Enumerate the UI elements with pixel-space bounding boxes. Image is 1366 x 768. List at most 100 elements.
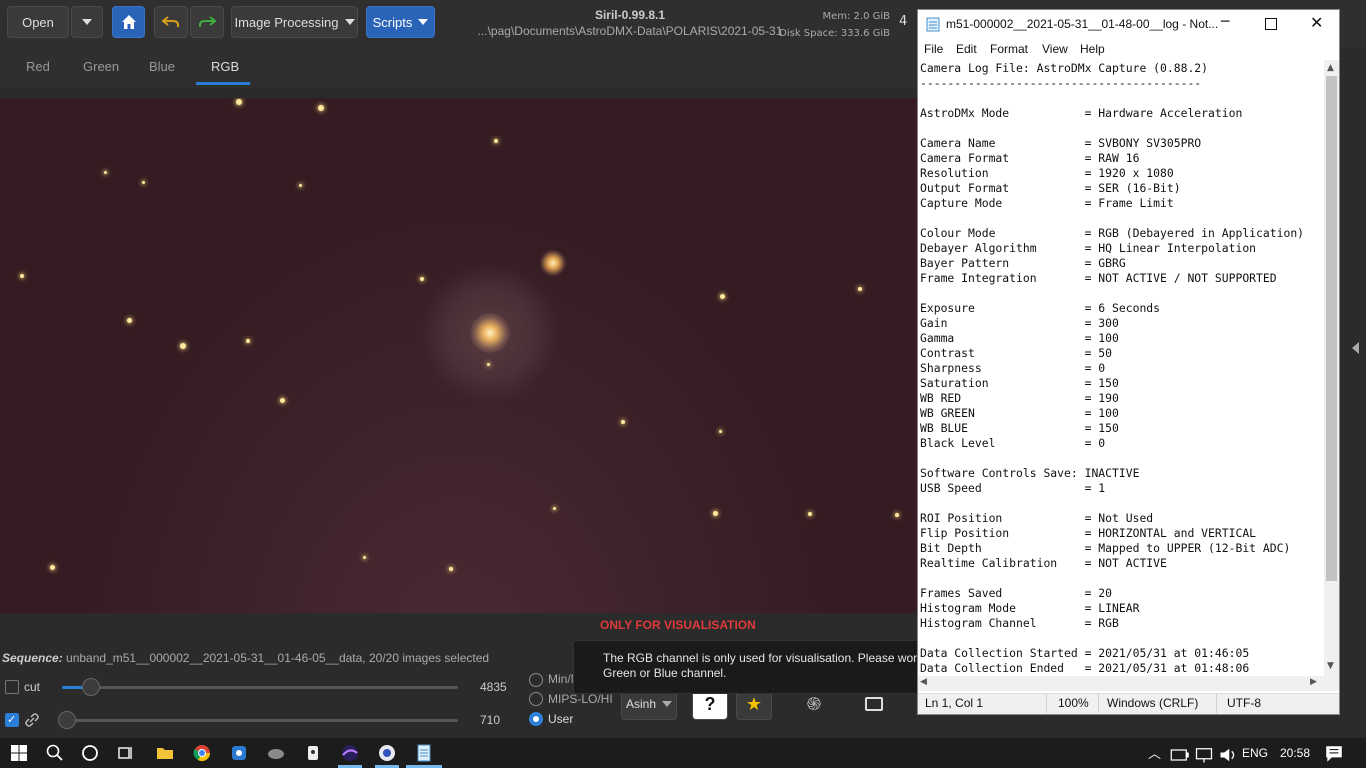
- open-button[interactable]: Open: [7, 6, 69, 38]
- notepad-text-area[interactable]: Camera Log File: AstroDMx Capture (0.88.…: [920, 60, 1324, 676]
- star: [720, 294, 725, 299]
- working-directory-path: ...\pag\Documents\AstroDMX-Data\POLARIS\…: [477, 24, 783, 38]
- disk-space: Disk Space: 333.6 GiB: [779, 28, 890, 39]
- app-white-icon[interactable]: [303, 743, 323, 763]
- radio-mips[interactable]: [529, 692, 543, 706]
- close-icon[interactable]: ✕: [1310, 13, 1323, 32]
- expand-panel-arrow-icon[interactable]: [1352, 342, 1359, 354]
- chevron-up-icon[interactable]: ︿: [1148, 743, 1161, 762]
- scroll-down-icon[interactable]: ▼: [1327, 661, 1334, 671]
- link-checkbox[interactable]: [5, 713, 19, 727]
- scripts-menu-button[interactable]: Scripts: [366, 6, 435, 38]
- zoom-level: 100%: [1058, 696, 1089, 710]
- notepad-title: m51-000002__2021-05-31__01-48-00__log - …: [946, 17, 1219, 31]
- sequence-info: Sequence: unband_m51__000002__2021-05-31…: [2, 651, 489, 665]
- windows-start-icon[interactable]: [9, 743, 29, 763]
- cursor-position: Ln 1, Col 1: [925, 696, 984, 710]
- siril-icon[interactable]: [377, 743, 397, 763]
- tab-green[interactable]: Green: [83, 59, 119, 74]
- companion-galaxy: [540, 250, 566, 276]
- spiral-icon: ֍: [806, 694, 822, 714]
- menu-edit[interactable]: Edit: [956, 42, 977, 56]
- redo-icon: [199, 16, 216, 27]
- chevron-down-icon: [662, 701, 673, 707]
- right-panel-strip: [1340, 48, 1366, 738]
- galaxy-core: [470, 313, 510, 353]
- minimize-icon[interactable]: ─: [1221, 14, 1229, 30]
- astrodmx-icon[interactable]: [340, 743, 360, 763]
- status-separator: [1098, 694, 1099, 713]
- star: [20, 274, 24, 278]
- star: [246, 339, 250, 343]
- screen-icon: [865, 697, 883, 711]
- menu-help[interactable]: Help: [1080, 42, 1105, 56]
- radio-minmax[interactable]: [529, 673, 543, 687]
- search-icon[interactable]: [45, 743, 65, 763]
- star: [858, 287, 862, 291]
- star: [318, 105, 324, 111]
- scripts-label: Scripts: [372, 14, 413, 30]
- star: [895, 513, 899, 517]
- star: [713, 511, 718, 516]
- redo-button[interactable]: [190, 6, 224, 38]
- network-icon[interactable]: [1194, 745, 1214, 765]
- status-separator: [1216, 694, 1217, 713]
- cut-checkbox[interactable]: [5, 680, 19, 694]
- star: [494, 139, 498, 143]
- radio-user[interactable]: [529, 712, 543, 726]
- star: [299, 184, 302, 187]
- tab-blue[interactable]: Blue: [149, 59, 175, 74]
- menu-format[interactable]: Format: [990, 42, 1028, 56]
- notepad-taskbar-icon[interactable]: [414, 743, 434, 763]
- menu-view[interactable]: View: [1042, 42, 1068, 56]
- home-button[interactable]: [112, 6, 145, 38]
- file-explorer-icon[interactable]: [155, 743, 175, 763]
- tab-rgb[interactable]: RGB: [211, 59, 239, 74]
- undo-button[interactable]: [154, 6, 188, 38]
- app-grey-icon[interactable]: [266, 743, 286, 763]
- stretch-mode-label: Asinh: [625, 697, 657, 711]
- maximize-icon[interactable]: [1265, 18, 1277, 30]
- lo-slider-handle[interactable]: [58, 711, 76, 729]
- notepad-app-icon: [926, 17, 940, 32]
- app-blue-icon[interactable]: [229, 743, 249, 763]
- clock[interactable]: 20:58: [1280, 746, 1310, 760]
- battery-icon[interactable]: [1170, 745, 1190, 765]
- hi-slider-handle[interactable]: [82, 678, 100, 696]
- image-display-canvas[interactable]: [0, 98, 918, 613]
- visualisation-warning: ONLY FOR VISUALISATION: [600, 618, 756, 632]
- star: [142, 181, 145, 184]
- volume-icon[interactable]: [1218, 745, 1238, 765]
- vertical-scrollbar-thumb[interactable]: [1326, 76, 1337, 581]
- channel-tab-bar: [0, 48, 918, 88]
- scroll-up-icon[interactable]: ▲: [1327, 63, 1334, 73]
- hi-slider-track[interactable]: [62, 686, 458, 689]
- chrome-icon[interactable]: [192, 743, 212, 763]
- open-button-label: Open: [22, 14, 54, 30]
- star: [280, 398, 285, 403]
- lo-slider-track[interactable]: [62, 719, 458, 722]
- chevron-down-icon: [344, 19, 355, 25]
- star: [127, 318, 132, 323]
- scroll-right-icon[interactable]: ▶: [1310, 677, 1317, 687]
- tab-red[interactable]: Red: [26, 59, 50, 74]
- image-processing-menu-button[interactable]: Image Processing: [231, 6, 358, 38]
- star: [420, 277, 424, 281]
- horizontal-scrollbar[interactable]: [918, 676, 1339, 691]
- undo-icon: [162, 16, 179, 27]
- thread-count[interactable]: 4: [899, 14, 907, 29]
- menu-file[interactable]: File: [924, 42, 943, 56]
- star: [553, 507, 556, 510]
- open-recent-dropdown-button[interactable]: [71, 6, 103, 38]
- scroll-left-icon[interactable]: ◀: [920, 677, 927, 687]
- cortana-icon[interactable]: [80, 743, 100, 763]
- lo-value: 710: [480, 713, 501, 727]
- input-language[interactable]: ENG: [1242, 746, 1268, 760]
- window-title: Siril-0.99.8.1: [594, 8, 666, 22]
- sequence-value: unband_m51__000002__2021-05-31__01-46-05…: [66, 651, 490, 665]
- task-view-icon[interactable]: [116, 743, 136, 763]
- log-content: Camera Log File: AstroDMx Capture (0.88.…: [920, 61, 1305, 675]
- sequence-label: Sequence:: [2, 651, 63, 665]
- notifications-icon[interactable]: [1324, 744, 1344, 764]
- chevron-down-icon: [82, 19, 92, 25]
